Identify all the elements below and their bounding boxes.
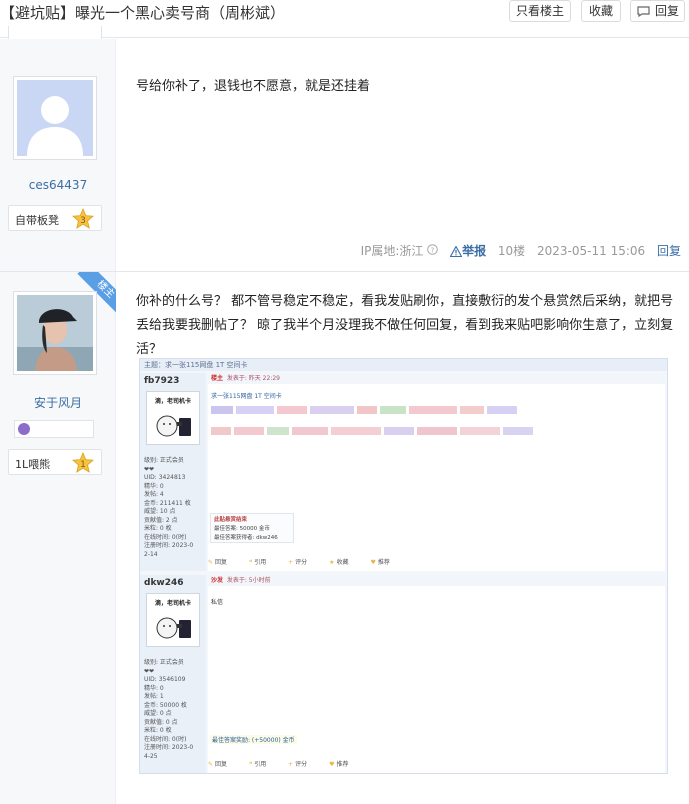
badge-name: 自带板凳: [15, 214, 59, 227]
default-avatar-icon: [17, 80, 93, 156]
shot-reply-body: 沙发 发表于: 5小时前 私信 最佳答案奖励: (+50000) 金币 ✎ 回复 …: [208, 575, 665, 773]
level-star-icon: 3: [72, 208, 94, 229]
shot-username: dkw246: [144, 578, 184, 588]
level-star-icon: 1: [72, 452, 94, 473]
post-reply-link[interactable]: 回复: [657, 242, 681, 259]
ip-location: IP属地:浙江 ?: [361, 242, 439, 259]
post-floor-10: ces64437 自带板凳 3 号给你补了，退钱也不愿意，就是还挂着 IP属地:…: [0, 39, 689, 272]
shot-user-stats: 级别: 正式会员 ❤❤ UID: 3546109 精华: 0 发帖: 1 金币:…: [144, 659, 194, 760]
badge-name: 1L喂熊: [15, 458, 51, 471]
shot-reward-box: 此贴悬赏结束 最佳答案: 50000 金币 最佳答案获得者: dkw246: [210, 513, 294, 543]
shot-reply-message: 私信: [211, 599, 224, 606]
shot-username: fb7923: [144, 376, 180, 386]
svg-text:?: ?: [431, 246, 435, 254]
medal-slot[interactable]: [14, 420, 94, 438]
shot-reply-head: 楼主 发表于: 昨天 22:29: [208, 373, 665, 384]
shot-reply-head: 沙发 发表于: 5小时前: [208, 575, 665, 586]
reply-button[interactable]: 回复: [630, 0, 685, 22]
level-badge[interactable]: 1L喂熊 1: [8, 449, 102, 475]
shot-blurred-text: [211, 406, 520, 414]
reply-icon: [637, 6, 650, 17]
username[interactable]: 安于风月: [0, 394, 116, 411]
shot-user-stats: 级别: 正式会员 ❤❤ UID: 3424813 精华: 0 发帖: 4 金币:…: [144, 457, 194, 558]
warning-icon: [449, 245, 463, 258]
shot-thread-title: 求一张115网盘 1T 空间卡: [211, 393, 282, 400]
shot-actions: ✎ 回复 ❝ 引用 + 评分 ♥ 推荐: [208, 761, 349, 768]
help-icon[interactable]: ?: [427, 244, 439, 255]
post-time: 2023-05-11 15:06: [537, 244, 646, 258]
shot-author-panel: fb7923 滴，老司机卡 级别: 正式会员 ❤❤ UID: 3424813 精…: [140, 373, 206, 571]
embedded-screenshot[interactable]: 主题：求一张115网盘 1T 空间卡 fb7923 滴，老司机卡 级别: 正式会…: [139, 358, 668, 774]
shot-actions: ✎ 回复 ❝ 引用 + 评分 ★ 收藏 ♥ 推荐: [208, 559, 390, 566]
badge-level: 1: [80, 460, 86, 470]
thread-title: 【避坑贴】曝光一个黑心卖号商（周彬斌）: [0, 4, 286, 22]
shot-reply-body: 楼主 发表于: 昨天 22:29 求一张115网盘 1T 空间卡 此贴悬赏结束 …: [208, 373, 665, 571]
shot-score-line: 最佳答案奖励: (+50000) 金币: [210, 735, 297, 744]
thread-header: 【避坑贴】曝光一个黑心卖号商（周彬斌） 只看楼主 收藏 回复: [0, 0, 689, 38]
shot-topic-strip: 主题：求一张115网盘 1T 空间卡: [140, 359, 667, 371]
medal-icon: [18, 423, 30, 435]
shot-avatar: 滴，老司机卡: [146, 593, 200, 647]
meme-face-icon: [156, 617, 191, 639]
thread-page: 【避坑贴】曝光一个黑心卖号商（周彬斌） 只看楼主 收藏 回复 ces64437 …: [0, 0, 689, 804]
post-content: 号给你补了，退钱也不愿意，就是还挂着: [136, 79, 371, 94]
favorite-button[interactable]: 收藏: [581, 0, 621, 22]
report-link[interactable]: 举报: [449, 242, 486, 259]
post-content: 你补的什么号？ 都不管号稳定不稳定，看我发贴刷你，直接敷衍的发个悬赏然后采纳，就…: [136, 294, 674, 357]
post-meta: IP属地:浙江 ? 举报 10楼 2023-05-11 15:06 回复: [353, 242, 681, 259]
shot-author-panel: dkw246 滴，老司机卡 级别: 正式会员 ❤❤ UID: 3546109 精…: [140, 575, 206, 773]
reply-button-label: 回复: [655, 4, 680, 18]
meme-face-icon: [156, 415, 191, 437]
floor-number: 10楼: [497, 244, 526, 258]
user-photo-avatar: [17, 295, 93, 371]
level-badge[interactable]: 自带板凳 3: [8, 205, 102, 231]
only-op-button[interactable]: 只看楼主: [509, 0, 571, 22]
username[interactable]: ces64437: [0, 178, 116, 192]
avatar[interactable]: [13, 291, 97, 375]
shot-avatar: 滴，老司机卡: [146, 391, 200, 445]
author-sidebar: 楼主 安于风月 1L喂熊 1: [0, 272, 116, 804]
author-sidebar: ces64437 自带板凳 3: [0, 39, 116, 271]
avatar[interactable]: [13, 76, 97, 160]
post-op: 楼主 安于风月 1L喂熊 1 你补的什么号？ 都不管号稳定不稳定，看我发贴刷你，…: [0, 272, 689, 804]
shot-blurred-text: [211, 427, 536, 435]
badge-level: 3: [80, 216, 86, 226]
